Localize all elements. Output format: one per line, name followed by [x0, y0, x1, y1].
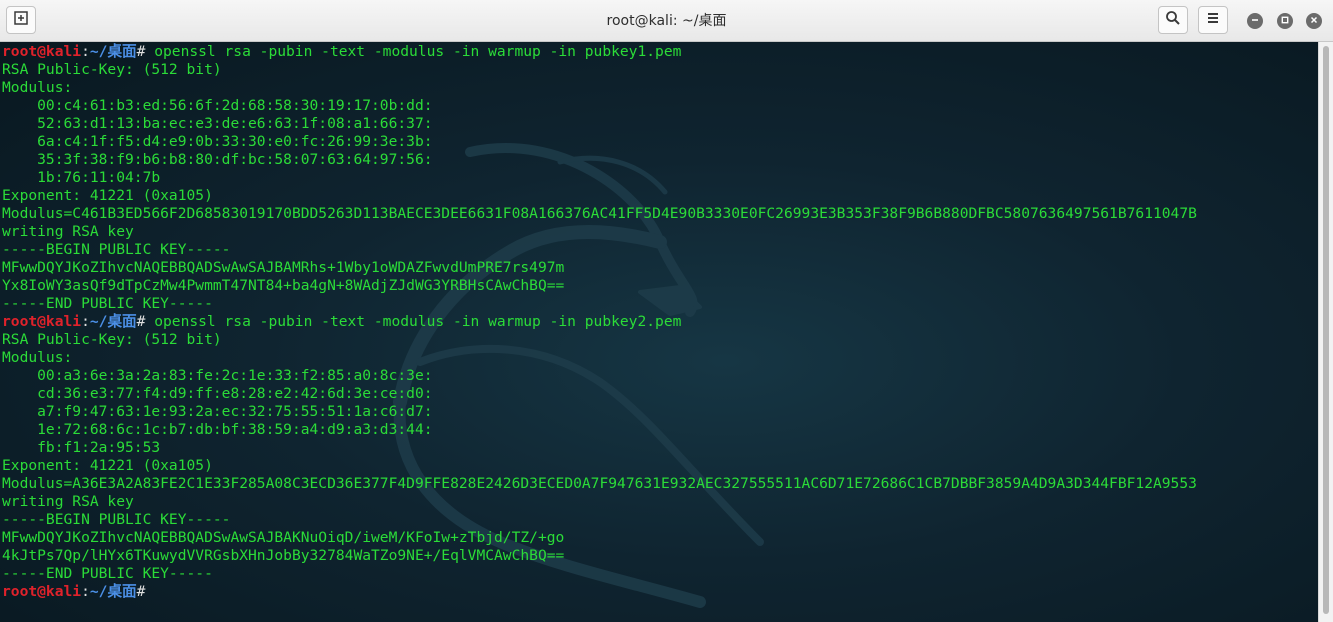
close-button[interactable] [1306, 13, 1322, 29]
output-line: 6a:c4:1f:f5:d4:e9:0b:33:30:e0:fc:26:99:3… [2, 133, 433, 150]
menu-button[interactable] [1198, 6, 1228, 34]
new-tab-icon [13, 10, 29, 31]
output-line: a7:f9:47:63:1e:93:2a:ec:32:75:55:51:1a:c… [2, 403, 433, 420]
output-line: Exponent: 41221 (0xa105) [2, 187, 213, 204]
output-line: Modulus=A36E3A2A83FE2C1E33F285A08C3ECD36… [2, 475, 1197, 492]
prompt-user-host: root@kali [2, 313, 82, 330]
prompt-line: root@kali:~/桌面# openssl rsa -pubin -text… [2, 313, 1197, 331]
maximize-icon [1280, 12, 1290, 30]
maximize-button[interactable] [1277, 13, 1293, 29]
output-line: -----BEGIN PUBLIC KEY----- [2, 511, 231, 528]
output-line: 1e:72:68:6c:1c:b7:db:bf:38:59:a4:d9:a3:d… [2, 421, 433, 438]
output-line: Exponent: 41221 (0xa105) [2, 457, 213, 474]
prompt-colon: : [81, 43, 90, 60]
output-line: 35:3f:38:f9:b6:b8:80:df:bc:58:07:63:64:9… [2, 151, 433, 168]
new-tab-button[interactable] [6, 6, 36, 34]
output-line: fb:f1:2a:95:53 [2, 439, 161, 456]
prompt-symbol: # [136, 43, 155, 60]
output-line: 52:63:d1:13:ba:ec:e3:de:e6:63:1f:08:a1:6… [2, 115, 433, 132]
output-line: writing RSA key [2, 223, 134, 240]
search-icon [1165, 10, 1181, 31]
output-line: Modulus=C461B3ED566F2D68583019170BDD5263… [2, 205, 1197, 222]
scrollbar-thumb[interactable] [1323, 46, 1329, 614]
output-line: Modulus: [2, 79, 73, 96]
output-line: RSA Public-Key: (512 bit) [2, 331, 222, 348]
output-line: RSA Public-Key: (512 bit) [2, 61, 222, 78]
output-line: cd:36:e3:77:f4:d9:ff:e8:28:e2:42:6d:3e:c… [2, 385, 433, 402]
output-line: Yx8IoWY3asQf9dTpCzMw4PwmmT47NT84+ba4gN+8… [2, 277, 565, 294]
output-line: MFwwDQYJKoZIhvcNAQEBBQADSwAwSAJBAMRhs+1W… [2, 259, 565, 276]
output-line: -----BEGIN PUBLIC KEY----- [2, 241, 231, 258]
prompt-symbol: # [136, 583, 155, 600]
prompt-colon: : [81, 583, 90, 600]
prompt-user-host: root@kali [2, 583, 82, 600]
command-text: openssl rsa -pubin -text -modulus -in wa… [154, 43, 682, 60]
output-line: writing RSA key [2, 493, 134, 510]
command-text: openssl rsa -pubin -text -modulus -in wa… [154, 313, 682, 330]
vertical-scrollbar[interactable] [1318, 42, 1333, 622]
prompt-path: ~/桌面 [89, 583, 137, 600]
hamburger-menu-icon [1206, 11, 1220, 30]
output-line: 4kJtPs7Qp/lHYx6TKuwydVVRGsbXHnJobBy32784… [2, 547, 565, 564]
output-line: -----END PUBLIC KEY----- [2, 565, 213, 582]
output-line: MFwwDQYJKoZIhvcNAQEBBQADSwAwSAJBAKNuOiqD… [2, 529, 565, 546]
output-line: 00:c4:61:b3:ed:56:6f:2d:68:58:30:19:17:0… [2, 97, 433, 114]
output-line: Modulus: [2, 349, 73, 366]
prompt-line: root@kali:~/桌面# openssl rsa -pubin -text… [2, 43, 1197, 61]
minimize-button[interactable] [1247, 13, 1263, 29]
terminal-output: root@kali:~/桌面# openssl rsa -pubin -text… [2, 43, 1197, 601]
output-line: 00:a3:6e:3a:2a:83:fe:2c:1e:33:f2:85:a0:8… [2, 367, 433, 384]
prompt-user-host: root@kali [2, 43, 82, 60]
prompt-symbol: # [136, 313, 155, 330]
terminal-window: root@kali: ~/桌面 root@kali:~/桌面# openssl … [0, 0, 1333, 622]
prompt-path: ~/桌面 [89, 313, 137, 330]
terminal-area[interactable]: root@kali:~/桌面# openssl rsa -pubin -text… [0, 42, 1318, 622]
search-button[interactable] [1158, 6, 1188, 34]
close-icon [1309, 12, 1319, 30]
prompt-line: root@kali:~/桌面# [2, 583, 1197, 601]
prompt-colon: : [81, 313, 90, 330]
output-line: 1b:76:11:04:7b [2, 169, 161, 186]
output-line: -----END PUBLIC KEY----- [2, 295, 213, 312]
prompt-path: ~/桌面 [89, 43, 137, 60]
minimize-icon [1250, 12, 1260, 30]
title-bar: root@kali: ~/桌面 [0, 0, 1333, 42]
window-title: root@kali: ~/桌面 [606, 13, 727, 29]
